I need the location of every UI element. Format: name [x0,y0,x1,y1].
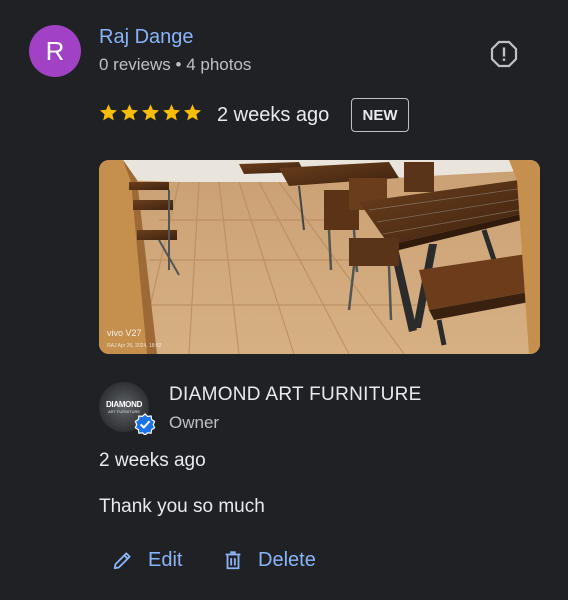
pencil-icon [113,552,131,570]
star-icon [183,104,202,121]
owner-name: DIAMOND ART FURNITURE [169,384,422,405]
delete-button[interactable]: Delete [222,545,316,575]
photo-watermark-date: RAJ Apr 26, 2024, 18:52 [107,343,162,349]
edit-label: Edit [148,548,183,571]
photo-watermark-model: vivo V27 [107,328,142,338]
verified-icon [134,413,156,436]
reply-time: 2 weeks ago [99,450,206,471]
review-photo[interactable]: vivo V27 RAJ Apr 26, 2024, 18:52 [99,160,540,354]
avatar-letter: R [45,35,65,66]
star-icon [141,104,160,121]
reviewer-meta: 0 reviews • 4 photos [99,55,252,74]
star-rating [99,103,202,122]
reviewer-name[interactable]: Raj Dange [99,26,194,49]
report-icon[interactable] [490,40,518,68]
edit-button[interactable]: Edit [112,545,182,575]
delete-label: Delete [258,548,316,571]
reply-text: Thank you so much [99,496,265,517]
reviewer-avatar[interactable]: R [29,25,81,77]
star-icon [120,104,139,121]
owner-logo-text: DIAMOND [105,400,143,409]
star-icon [162,104,181,121]
new-badge: NEW [351,98,409,132]
star-icon [99,104,118,121]
review-time: 2 weeks ago [217,104,330,126]
trash-icon [225,551,241,570]
owner-role: Owner [169,413,220,432]
